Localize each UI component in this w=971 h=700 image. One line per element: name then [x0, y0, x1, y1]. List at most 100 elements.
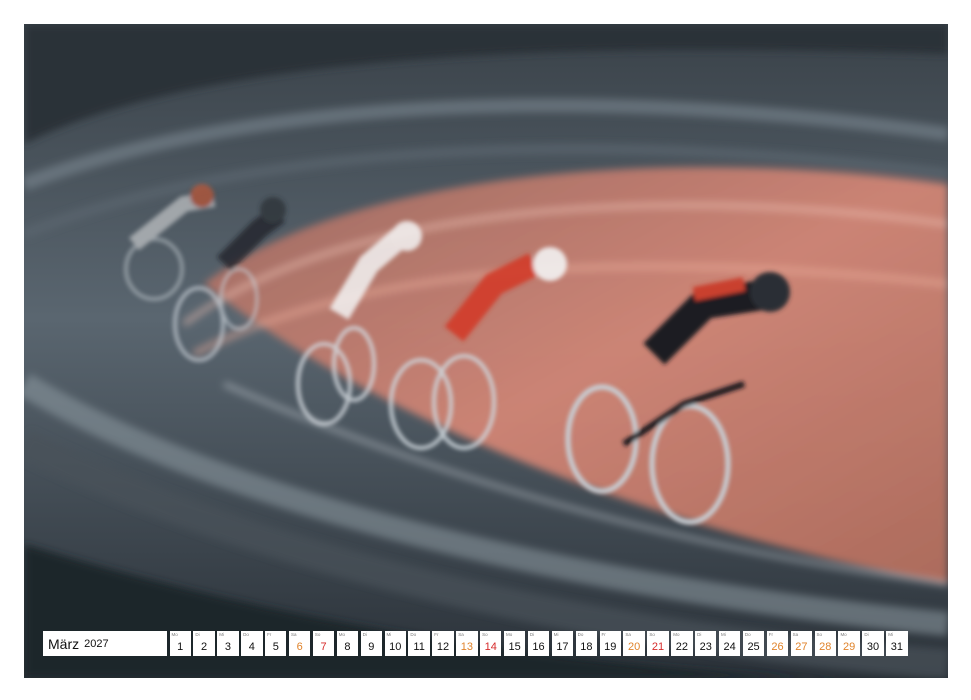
day-cell: Mo 29: [838, 631, 860, 656]
weekday-label: Do: [577, 632, 584, 637]
weekday-label: Di: [697, 632, 702, 637]
day-number: 24: [723, 641, 736, 653]
day-cell: Sa 13: [456, 631, 478, 656]
weekday-label: Mi: [553, 632, 559, 637]
weekday-label: Sa: [792, 632, 799, 637]
month-label: März 2027: [43, 631, 167, 656]
day-cell: Do 18: [575, 631, 598, 656]
day-cell: Mi 17: [551, 631, 574, 656]
weekday-label: Do: [410, 632, 417, 637]
day-cell: Di 16: [527, 631, 550, 656]
day-number: 23: [699, 641, 712, 653]
day-number: 31: [890, 641, 904, 653]
day-number: 8: [344, 641, 351, 653]
weekday-label: Do: [243, 632, 249, 637]
calendar-strip: März 2027 Mo 1 Di 2 Mi 3 Do 4 Fr 5 Sa 6 So 7 Mo 8 Di 9 Mi 1…: [43, 631, 927, 656]
day-number: 19: [604, 641, 617, 653]
day-cell: Sa 20: [623, 631, 645, 656]
weekday-label: Mo: [171, 632, 178, 637]
weekday-label: Di: [195, 632, 200, 637]
weekday-label: Di: [864, 632, 869, 637]
day-cell: Di 23: [695, 631, 717, 656]
day-number: 6: [296, 641, 303, 653]
day-number: 17: [556, 641, 569, 653]
day-number: 16: [532, 641, 545, 653]
weekday-label: Sa: [458, 632, 464, 637]
day-number: 15: [508, 641, 521, 653]
day-number: 1: [177, 641, 184, 653]
weekday-label: Di: [362, 632, 367, 637]
weekday-label: Mo: [505, 632, 513, 637]
weekday-label: Mo: [840, 632, 847, 637]
day-number: 3: [224, 641, 232, 653]
weekday-label: Fr: [601, 632, 606, 637]
month-name: März: [48, 635, 80, 652]
cyclists-photo: [24, 24, 948, 678]
weekday-label: Do: [744, 632, 751, 637]
day-number: 18: [580, 641, 593, 653]
day-cell: So 21: [647, 631, 669, 656]
day-number: 28: [819, 641, 832, 653]
weekday-label: Sa: [290, 632, 297, 637]
day-number: 30: [866, 641, 880, 653]
day-cell: Mi 3: [217, 631, 239, 656]
weekday-label: Mi: [888, 632, 893, 637]
day-number: 26: [771, 641, 784, 653]
day-cell: Fr 26: [766, 631, 789, 656]
day-cell: Mo 1: [169, 631, 191, 656]
day-cell: So 14: [480, 631, 502, 656]
day-number: 5: [272, 641, 279, 653]
weekday-label: Mo: [673, 632, 680, 637]
day-cell: Sa 6: [288, 631, 311, 656]
day-cell: Fr 5: [265, 631, 287, 656]
day-cell: So 28: [814, 631, 836, 656]
day-cell: Di 2: [193, 631, 215, 656]
day-cell: Do 4: [241, 631, 263, 656]
weekday-label: Fr: [267, 632, 272, 637]
weekday-label: So: [314, 632, 321, 637]
weekday-label: Sa: [625, 632, 631, 637]
weekday-label: Mi: [720, 632, 726, 637]
weekday-label: Mo: [338, 632, 345, 637]
day-cell: So 7: [312, 631, 335, 656]
day-cell: Fr 12: [432, 631, 454, 656]
weekday-label: So: [816, 632, 823, 637]
weekday-label: Fr: [434, 632, 439, 637]
weekday-label: So: [482, 632, 488, 637]
day-cell: Di 30: [862, 631, 884, 656]
day-cell: Di 9: [360, 631, 383, 656]
month-year: 2027: [84, 637, 109, 650]
weekday-label: Fr: [768, 632, 774, 637]
day-cell: Mo 22: [671, 631, 693, 656]
day-number: 20: [627, 641, 641, 653]
day-cells: Mo 1 Di 2 Mi 3 Do 4 Fr 5 Sa 6 So 7 Mo 8 Di 9 Mi 10 Do 11 Fr 12 S…: [169, 631, 908, 656]
day-number: 14: [484, 641, 497, 653]
weekday-label: Di: [529, 632, 535, 637]
day-cell: Mo 8: [336, 631, 359, 656]
day-number: 29: [843, 641, 856, 653]
weekday-label: Mi: [219, 632, 225, 637]
weekday-label: Mi: [386, 632, 392, 637]
day-number: 2: [201, 641, 208, 653]
day-cell: Fr 19: [599, 631, 621, 656]
day-cell: Mi 10: [384, 631, 406, 656]
day-number: 12: [436, 641, 450, 653]
day-number: 10: [389, 641, 402, 653]
day-cell: Do 11: [408, 631, 430, 656]
weekday-label: So: [649, 632, 655, 637]
day-cell: Mi 31: [886, 631, 908, 656]
velodrome-scene: [24, 24, 948, 678]
day-number: 22: [675, 641, 689, 653]
day-cell: Mi 24: [718, 631, 741, 656]
day-number: 11: [413, 641, 425, 653]
day-number: 27: [795, 641, 808, 653]
day-number: 9: [368, 641, 375, 653]
day-number: 13: [460, 641, 473, 653]
day-cell: Do 25: [742, 631, 765, 656]
day-number: 4: [248, 641, 255, 653]
day-number: 21: [651, 641, 665, 653]
day-number: 25: [747, 641, 760, 653]
day-number: 7: [320, 641, 327, 653]
day-cell: Sa 27: [790, 631, 813, 656]
day-cell: Mo 15: [503, 631, 526, 656]
